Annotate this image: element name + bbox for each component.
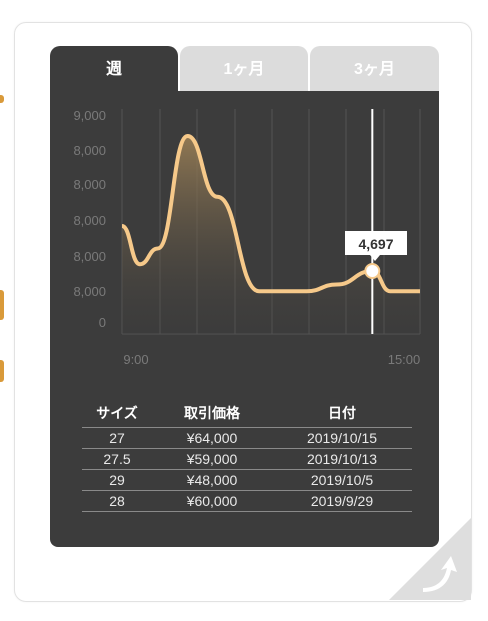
highlight-point[interactable]	[364, 263, 381, 279]
cell-price: ¥48,000	[186, 472, 238, 488]
cell-size: 27.5	[103, 451, 131, 467]
y-tick-label: 9,000	[73, 108, 106, 123]
y-tick-label: 0	[99, 315, 106, 330]
y-tick-label: 8,000	[73, 177, 106, 192]
header-size: サイズ	[96, 405, 138, 421]
table-row: 27.5 ¥59,000 2019/10/13	[82, 448, 412, 469]
cell-size: 29	[109, 472, 125, 488]
table-row: 27 ¥64,000 2019/10/15	[82, 427, 412, 448]
tab-week[interactable]: 週	[50, 46, 178, 91]
cell-date: 2019/10/13	[306, 451, 378, 467]
trade-table: サイズ 取引価格 日付 27 ¥64,000 2019/10/15 27.5 ¥…	[82, 399, 412, 512]
cell-size: 28	[109, 493, 125, 509]
share-corner-button[interactable]	[389, 518, 471, 600]
cell-price: ¥60,000	[186, 493, 238, 509]
page: 週 1ヶ月 3ヶ月 9,000 8,000 8,000 8,000 8,000	[0, 0, 488, 621]
side-accent-upper	[0, 95, 4, 103]
header-date: 日付	[328, 405, 356, 421]
tab-3-months[interactable]: 3ヶ月	[310, 46, 439, 91]
y-tick-label: 8,000	[73, 143, 106, 158]
tab-3-months-label: 3ヶ月	[354, 61, 395, 78]
chart-panel: 9,000 8,000 8,000 8,000 8,000 8,000 0 9:…	[50, 91, 439, 547]
x-tick-label: 9:00	[123, 352, 148, 367]
tab-week-label: 週	[105, 61, 122, 78]
tooltip-value: 4,697	[358, 236, 393, 252]
cell-date: 2019/10/15	[306, 430, 378, 446]
cell-date: 2019/10/5	[310, 472, 374, 488]
price-chart: 9,000 8,000 8,000 8,000 8,000 8,000 0 9:…	[73, 108, 421, 367]
y-tick-label: 8,000	[73, 284, 106, 299]
cell-date: 2019/9/29	[310, 493, 374, 509]
table-row: 29 ¥48,000 2019/10/5	[82, 469, 412, 490]
table-header: サイズ 取引価格 日付	[82, 399, 412, 427]
cell-price: ¥64,000	[186, 430, 238, 446]
table-row: 28 ¥60,000 2019/9/29	[82, 490, 412, 512]
tab-1-month[interactable]: 1ヶ月	[180, 46, 308, 91]
y-axis-ticks: 9,000 8,000 8,000 8,000 8,000 8,000 0	[73, 108, 106, 330]
side-accent-lower	[0, 360, 4, 382]
period-tabs: 週 1ヶ月 3ヶ月	[50, 46, 439, 91]
x-tick-label: 15:00	[388, 352, 421, 367]
side-accent-middle	[0, 290, 4, 320]
cell-size: 27	[109, 430, 125, 446]
y-tick-label: 8,000	[73, 249, 106, 264]
header-price: 取引価格	[184, 405, 240, 421]
x-axis-ticks: 9:00 15:00	[123, 352, 420, 367]
tab-1-month-label: 1ヶ月	[223, 61, 265, 78]
cell-price: ¥59,000	[186, 451, 238, 467]
value-tooltip: 4,697	[345, 231, 407, 261]
y-tick-label: 8,000	[73, 213, 106, 228]
